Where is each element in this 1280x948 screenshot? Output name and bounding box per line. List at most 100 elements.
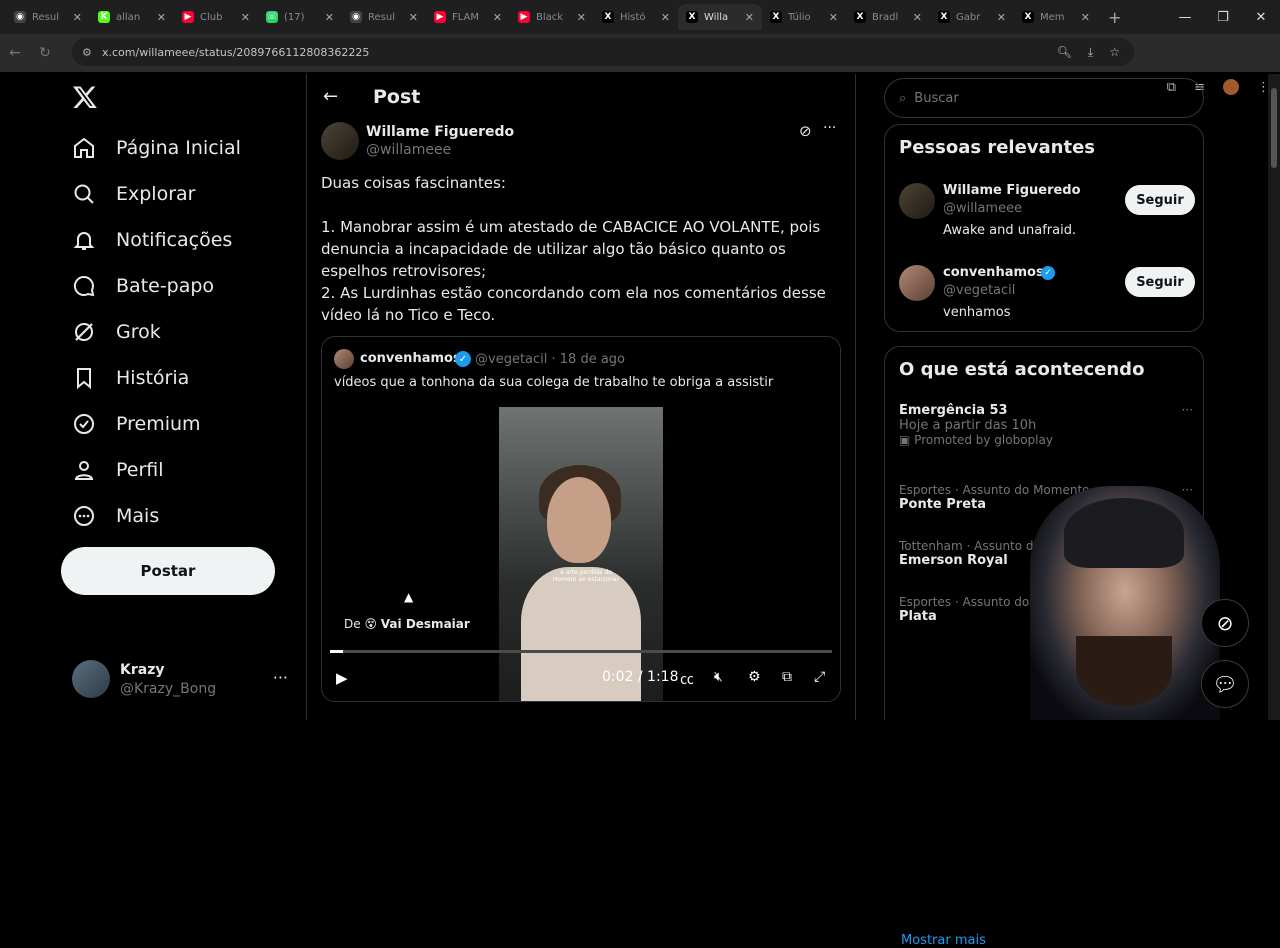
close-window-button[interactable]: ✕: [1242, 0, 1280, 34]
zoom-icon[interactable]: 🔍︎: [1057, 45, 1072, 59]
close-tab-icon[interactable]: ✕: [997, 11, 1006, 24]
person-icon: [74, 461, 94, 480]
nav-item-0[interactable]: Página Inicial: [72, 128, 241, 168]
trend-more-icon[interactable]: ···: [1182, 483, 1193, 497]
messages-float-icon[interactable]: 💬︎: [1201, 660, 1249, 708]
close-tab-icon[interactable]: ✕: [1081, 11, 1090, 24]
nav-item-8[interactable]: Mais: [72, 496, 159, 536]
close-tab-icon[interactable]: ✕: [157, 11, 166, 24]
more-icon[interactable]: ···: [273, 668, 288, 687]
tab-title: Black: [536, 11, 564, 23]
follow-button[interactable]: Seguir: [1125, 185, 1195, 215]
browser-profile-avatar[interactable]: [1223, 79, 1239, 95]
maximize-button[interactable]: ❐: [1204, 0, 1242, 34]
nav-item-5[interactable]: História: [72, 358, 189, 398]
close-tab-icon[interactable]: ✕: [661, 11, 670, 24]
account-switcher[interactable]: Krazy @Krazy_Bong ···: [72, 660, 288, 700]
browser-tab[interactable]: X Bradl ✕: [846, 4, 930, 30]
video-overlay-text: a arte perdida do Homem ao estacionar: [552, 569, 620, 583]
nav-item-label: Perfil: [116, 459, 164, 481]
video-source-label[interactable]: De 😵 Vai Desmaiar: [344, 617, 470, 631]
address-bar: ← ↻ ⚙ x.com/willameee/status/20897661128…: [0, 34, 1280, 95]
trend-subtitle: Hoje a partir das 10h: [899, 418, 1037, 433]
fullscreen-icon[interactable]: ⤢: [814, 669, 825, 685]
close-tab-icon[interactable]: ✕: [829, 11, 838, 24]
back-arrow-icon[interactable]: ←: [323, 86, 338, 107]
close-tab-icon[interactable]: ✕: [493, 11, 502, 24]
close-tab-icon[interactable]: ✕: [913, 11, 922, 24]
nav-item-3[interactable]: Bate-papo: [72, 266, 214, 306]
author-avatar[interactable]: [321, 122, 359, 160]
x-logo-icon[interactable]: [72, 84, 98, 117]
trend-more-icon[interactable]: ···: [1182, 403, 1193, 417]
nav-item-6[interactable]: Premium: [72, 404, 201, 444]
browser-tab[interactable]: ◉ Resul ✕: [6, 4, 90, 30]
mute-icon[interactable]: 🔇︎: [714, 669, 723, 685]
close-tab-icon[interactable]: ✕: [745, 11, 754, 24]
show-more-link[interactable]: Mostrar mais: [901, 933, 986, 948]
video-player[interactable]: a arte perdida do Homem ao estacionar De…: [322, 407, 840, 701]
video-progress-bar[interactable]: [330, 650, 832, 653]
relevant-person[interactable]: convenhamos ✓ @vegetacil venhamos Seguir: [899, 261, 1195, 327]
close-tab-icon[interactable]: ✕: [325, 11, 334, 24]
star-icon[interactable]: ☆: [1109, 45, 1120, 59]
account-handle: @Krazy_Bong: [120, 681, 217, 697]
nav-item-4[interactable]: Grok: [72, 312, 161, 352]
browser-tab[interactable]: ▶ FLAM ✕: [426, 4, 510, 30]
bookmark-icon: [77, 368, 91, 390]
new-tab-button[interactable]: +: [1108, 8, 1121, 27]
trend-promo: ▣ Promoted by globoplay: [899, 433, 1053, 447]
x-icon: X: [938, 11, 950, 23]
account-name: Krazy: [120, 662, 165, 678]
verified-icon: [74, 414, 94, 434]
reload-icon[interactable]: ↻: [30, 45, 60, 61]
browser-tab[interactable]: X Willa ✕: [678, 4, 762, 30]
follow-button[interactable]: Seguir: [1125, 267, 1195, 297]
video-frame: a arte perdida do Homem ao estacionar: [499, 407, 663, 701]
chat-icon: [73, 275, 95, 297]
browser-tab[interactable]: ◉ Resul ✕: [342, 4, 426, 30]
url-input[interactable]: ⚙ x.com/willameee/status/208976611280836…: [72, 38, 1134, 66]
page-scrollbar[interactable]: [1268, 74, 1280, 720]
browser-tab[interactable]: X Mem ✕: [1014, 4, 1098, 30]
author-handle[interactable]: @willameee: [366, 142, 451, 158]
popout-icon[interactable]: ⧉: [782, 669, 792, 685]
back-icon[interactable]: ←: [0, 45, 30, 61]
play-icon[interactable]: ▶: [336, 669, 348, 687]
trend-item[interactable]: Emergência 53 Hoje a partir das 10h ▣ Prom…: [899, 403, 1193, 447]
nav-item-2[interactable]: Notificações: [72, 220, 232, 260]
x-icon: X: [686, 11, 698, 23]
nav-item-label: História: [116, 367, 190, 389]
close-tab-icon[interactable]: ✕: [409, 11, 418, 24]
minimize-button[interactable]: —: [1166, 0, 1204, 34]
close-tab-icon[interactable]: ✕: [241, 11, 250, 24]
post-button[interactable]: Postar: [61, 547, 275, 595]
verified-badge-icon: ✓: [455, 351, 471, 367]
browser-tab[interactable]: ▶ Club ✕: [174, 4, 258, 30]
grok-icon[interactable]: ⊘: [799, 122, 812, 140]
close-tab-icon[interactable]: ✕: [73, 11, 82, 24]
author-name[interactable]: Willame Figueredo: [366, 124, 514, 140]
avatar: [899, 265, 935, 301]
browser-tab[interactable]: X Histó ✕: [594, 4, 678, 30]
browser-tab[interactable]: X Túlio ✕: [762, 4, 846, 30]
quoted-post[interactable]: convenhamos ✓ @vegetacil · 18 de ago víd…: [321, 336, 841, 702]
captions-icon[interactable]: ㏄: [680, 669, 694, 689]
grok-float-icon[interactable]: ⊘: [1201, 599, 1249, 647]
nav-item-1[interactable]: Explorar: [72, 174, 195, 214]
browser-tab[interactable]: ▶ Black ✕: [510, 4, 594, 30]
browser-tab[interactable]: ☏ (17) ✕: [258, 4, 342, 30]
browser-tab[interactable]: X Gabr ✕: [930, 4, 1014, 30]
search-input[interactable]: ⌕ Buscar: [884, 78, 1204, 118]
site-info-icon[interactable]: ⚙: [82, 46, 96, 59]
browser-tab[interactable]: Kallan ✕: [90, 4, 174, 30]
install-icon[interactable]: ⤓: [1088, 45, 1093, 60]
avatar: [72, 660, 110, 698]
tab-title: Club: [200, 11, 223, 23]
settings-icon[interactable]: ⚙: [748, 669, 761, 685]
quote-avatar: [334, 349, 354, 369]
relevant-person[interactable]: Willame Figueredo @willameee Awake and una…: [899, 179, 1195, 245]
close-tab-icon[interactable]: ✕: [577, 11, 586, 24]
nav-item-7[interactable]: Perfil: [72, 450, 164, 490]
post-more-icon[interactable]: ···: [823, 120, 836, 136]
